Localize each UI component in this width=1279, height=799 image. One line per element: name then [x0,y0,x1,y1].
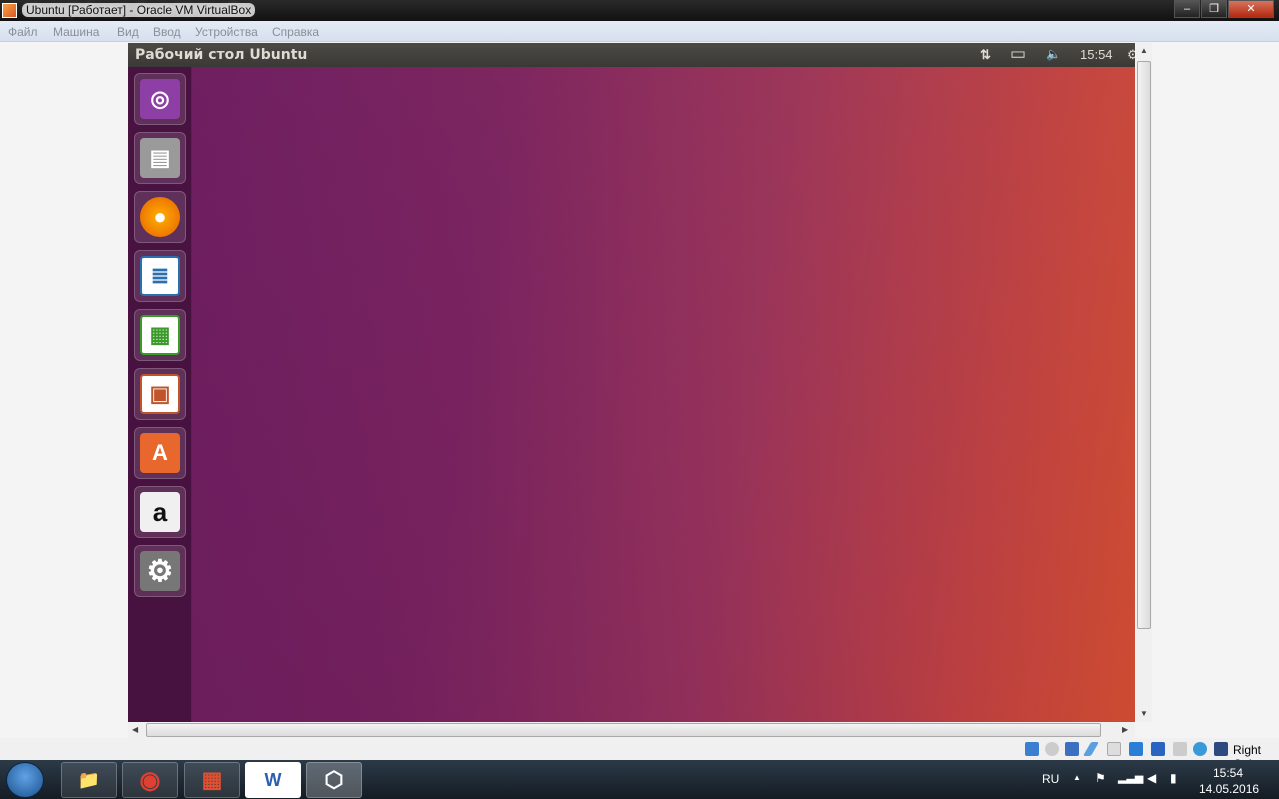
calc-icon: ▦ [140,315,180,355]
taskbar-time[interactable]: 15:54 [1213,766,1243,780]
optical-drive-icon[interactable] [1045,742,1059,756]
virtualbox-app-icon [2,3,17,18]
taskbar-chrome[interactable]: ◉ [122,762,178,798]
launcher-dash[interactable]: ◎ [134,73,186,125]
scroll-up-icon[interactable]: ▲ [1140,46,1148,55]
shared-folders-icon[interactable] [1107,742,1121,756]
close-button[interactable]: ✕ [1228,0,1274,18]
volume-icon[interactable]: 🔈 [1046,47,1061,61]
menu-machine[interactable]: Машина [53,25,99,39]
display-icon[interactable] [1129,742,1143,756]
impress-icon: ▣ [140,374,180,414]
launcher-software-center[interactable]: A [134,427,186,479]
gear-icon[interactable]: ⚙ [1127,47,1135,63]
amazon-icon: a [140,492,180,532]
launcher-firefox[interactable]: ● [134,191,186,243]
menu-help[interactable]: Справка [272,25,319,39]
taskbar-date[interactable]: 14.05.2016 [1199,782,1259,796]
language-indicator[interactable]: RU [1042,772,1059,786]
guest-screen[interactable]: Рабочий стол Ubuntu ⇅ ▭ 🔈 15:54 ⚙ ◎ ▤ ● … [128,43,1135,722]
taskbar-apps[interactable]: ▦ [184,762,240,798]
menu-devices[interactable]: Устройства [195,25,258,39]
start-button[interactable] [6,762,44,798]
menu-view[interactable]: Вид [117,25,139,39]
vertical-scrollbar[interactable]: ▲ ▼ [1136,43,1152,722]
menu-file[interactable]: Файл [8,25,38,39]
menu-bar: Файл Машина Вид Ввод Устройства Справка [0,21,1279,42]
launcher-system-settings[interactable]: ⚙ [134,545,186,597]
show-hidden-icons[interactable]: ▲ [1073,773,1081,782]
network-icon[interactable]: ⇅ [980,47,991,63]
horizontal-scrollbar[interactable]: ◀ ▶ [128,722,1135,738]
minimize-button[interactable]: – [1174,0,1200,18]
menu-input[interactable]: Ввод [153,25,181,39]
window-title: Ubuntu [Работает] - Oracle VM VirtualBox [22,3,256,17]
horizontal-scroll-thumb[interactable] [146,723,1101,737]
restore-button[interactable]: ❐ [1201,0,1227,18]
windows-taskbar: 📁 ◉ ▦ W ⬡ RU ▲ ⚑ ▂▃▅ ◀ ▮ 15:54 14.05.201… [0,760,1279,799]
signal-icon[interactable]: ▂▃▅ [1118,771,1143,784]
launcher-amazon[interactable]: a [134,486,186,538]
window-titlebar: Ubuntu [Работает] - Oracle VM VirtualBox… [0,0,1279,21]
ubuntu-desktop[interactable] [128,67,1135,722]
vertical-scroll-thumb[interactable] [1137,61,1151,629]
scroll-down-icon[interactable]: ▼ [1140,709,1148,718]
usb-icon[interactable] [1082,742,1100,756]
settings-wrench-icon: ⚙ [140,551,180,591]
scroll-left-icon[interactable]: ◀ [132,725,138,734]
ubuntu-top-panel: Рабочий стол Ubuntu ⇅ ▭ 🔈 15:54 ⚙ [128,43,1135,67]
keyboard-capture-icon[interactable] [1214,742,1228,756]
taskbar-word[interactable]: W [245,762,301,798]
panel-title: Рабочий стол Ubuntu [135,47,308,63]
scroll-right-icon[interactable]: ▶ [1122,725,1128,734]
vm-status-bar: Right Ctrl [0,738,1279,771]
ubuntu-logo-icon: ◎ [140,79,180,119]
battery-icon[interactable]: ▮ [1170,771,1177,785]
volume-icon[interactable]: ◀ [1147,771,1156,785]
writer-icon: ≣ [140,256,180,296]
launcher-calc[interactable]: ▦ [134,309,186,361]
shopping-bag-icon: A [140,433,180,473]
file-cabinet-icon: ▤ [140,138,180,178]
network-adapter-icon[interactable] [1065,742,1079,756]
cpu-icon[interactable] [1173,742,1187,756]
launcher-files[interactable]: ▤ [134,132,186,184]
firefox-icon: ● [140,197,180,237]
unity-launcher: ◎ ▤ ● ≣ ▦ ▣ A a ⚙ [128,67,192,722]
battery-icon[interactable]: ▭ [1010,44,1026,64]
action-center-flag-icon[interactable]: ⚑ [1095,771,1106,785]
mouse-integration-icon[interactable] [1193,742,1207,756]
panel-clock[interactable]: 15:54 [1080,47,1113,62]
taskbar-virtualbox[interactable]: ⬡ [306,762,362,798]
hard-disk-icon[interactable] [1025,742,1039,756]
video-capture-icon[interactable] [1151,742,1165,756]
launcher-writer[interactable]: ≣ [134,250,186,302]
launcher-impress[interactable]: ▣ [134,368,186,420]
taskbar-explorer[interactable]: 📁 [61,762,117,798]
